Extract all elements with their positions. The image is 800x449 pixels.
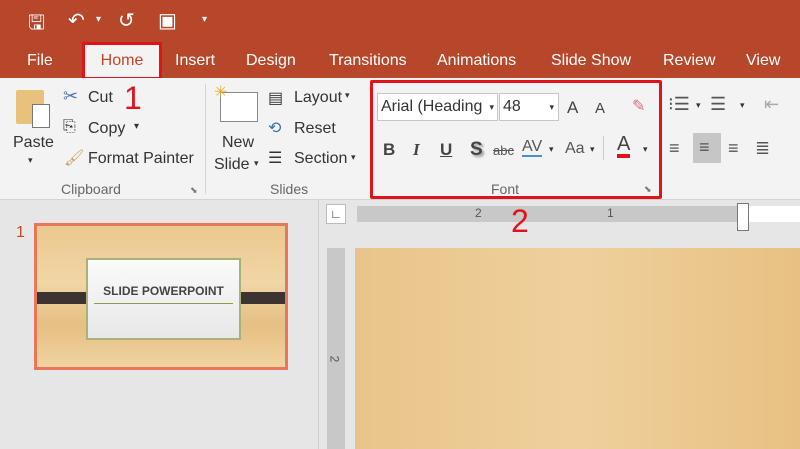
align-center-button[interactable]: ≡ [693, 133, 721, 163]
tab-design[interactable]: Design [246, 52, 296, 70]
tab-slide-show[interactable]: Slide Show [551, 52, 631, 70]
indent-marker[interactable] [737, 203, 749, 231]
italic-button[interactable]: I [413, 140, 420, 160]
underline-button[interactable]: U [440, 140, 452, 160]
tab-insert[interactable]: Insert [175, 52, 215, 70]
new-slide-label-2[interactable]: Slide [214, 156, 250, 174]
underline [94, 303, 233, 304]
grow-font-button[interactable]: A [567, 98, 578, 118]
customize-icon[interactable]: ▾ [202, 14, 207, 25]
layout-icon: ▤ [268, 90, 284, 107]
shrink-font-button[interactable]: A [595, 100, 605, 117]
strikethrough-button[interactable]: abc [493, 143, 514, 158]
new-slide-label[interactable]: New [222, 134, 254, 152]
vertical-ruler[interactable] [327, 248, 345, 449]
bullets-icon[interactable]: ⁝☰ [668, 94, 690, 115]
reset-icon: ⟲ [268, 120, 282, 137]
align-right-icon[interactable]: ≡ [728, 138, 739, 159]
ruler-label: 1 [607, 206, 614, 220]
copy-icon: ⎘ [63, 118, 76, 135]
tab-animations[interactable]: Animations [437, 52, 516, 70]
pane-divider[interactable] [318, 200, 319, 449]
tab-view[interactable]: View [746, 52, 780, 70]
start-from-beginning-icon[interactable]: ▣ [158, 8, 177, 33]
undo-dropdown-icon[interactable]: ▾ [96, 14, 101, 25]
copy-button[interactable]: Copy [88, 120, 125, 138]
undo-icon[interactable]: ↶ [68, 8, 85, 33]
section-button[interactable]: Section [294, 150, 347, 168]
layout-dropdown-icon[interactable]: ▾ [345, 90, 350, 101]
chevron-down-icon[interactable]: ▾ [696, 100, 701, 111]
slides-group-label: Slides [270, 181, 309, 197]
tab-home[interactable]: Home [82, 42, 162, 80]
reset-button[interactable]: Reset [294, 120, 336, 138]
slide-number: 1 [16, 224, 25, 241]
layout-button[interactable]: Layout [294, 89, 342, 107]
font-color-button[interactable]: A [617, 134, 631, 158]
justify-icon[interactable]: ≣ [755, 138, 770, 159]
chevron-down-icon[interactable]: ▾ [590, 144, 595, 155]
save-icon[interactable]: 🖫 [28, 8, 45, 42]
divider [205, 84, 206, 194]
scissors-icon: ✂ [63, 86, 79, 106]
character-spacing-button[interactable]: AV [522, 138, 543, 157]
align-center-icon: ≡ [699, 137, 710, 157]
divider [603, 136, 604, 160]
paste-dropdown-icon[interactable]: ▾ [28, 155, 33, 166]
align-left-icon[interactable]: ≡ [669, 138, 680, 159]
chevron-down-icon[interactable]: ▾ [740, 100, 745, 111]
clipboard-launcher-icon[interactable]: ⬊ [190, 185, 198, 196]
clipboard-group-label: Clipboard [61, 181, 121, 197]
horizontal-ruler[interactable] [357, 206, 743, 222]
chevron-down-icon[interactable]: ▾ [549, 94, 554, 120]
font-group-label: Font [491, 181, 520, 197]
font-size-value: 48 [503, 98, 521, 115]
ruler-white-area [743, 206, 800, 222]
chevron-down-icon[interactable]: ▾ [549, 144, 554, 155]
tab-file[interactable]: File [27, 52, 53, 70]
font-launcher-icon[interactable]: ⬊ [644, 184, 652, 195]
annotation-1: 1 [124, 80, 142, 116]
shadow-button[interactable]: S [470, 139, 483, 161]
cut-button[interactable]: Cut [88, 89, 113, 107]
page-icon [32, 104, 50, 128]
copy-dropdown-icon[interactable]: ▾ [134, 121, 139, 132]
slide-thumbnail[interactable]: SLIDE POWERPOINT [34, 223, 288, 370]
font-name-combobox[interactable]: Arial (Heading ▾ [377, 93, 498, 121]
redo-icon[interactable]: ↺ [118, 8, 135, 33]
sparkle-icon: ✳ [214, 84, 228, 101]
paste-button[interactable] [16, 86, 52, 128]
font-name-value: Arial (Heading [381, 98, 483, 115]
paste-label[interactable]: Paste [13, 134, 54, 152]
format-painter-icon: 🖌 [64, 150, 85, 167]
tab-selector-button[interactable]: ∟ [326, 204, 346, 224]
annotation-2: 2 [511, 203, 529, 239]
ruler-label: 2 [475, 206, 482, 220]
numbering-icon[interactable]: ☰ [710, 94, 726, 115]
decrease-indent-icon[interactable]: ⇤ [764, 94, 779, 115]
clear-formatting-icon[interactable]: ✎ [632, 96, 645, 116]
format-painter-button[interactable]: Format Painter [88, 150, 194, 168]
new-slide-dropdown-icon[interactable]: ▾ [254, 158, 259, 169]
font-color-dropdown-icon[interactable]: ▾ [643, 144, 648, 155]
chevron-down-icon[interactable]: ▾ [489, 94, 494, 120]
title-box: SLIDE POWERPOINT [86, 258, 241, 340]
bold-button[interactable]: B [383, 140, 395, 160]
section-icon: ☰ [268, 150, 283, 167]
font-size-combobox[interactable]: 48 ▾ [499, 93, 559, 121]
tab-transitions[interactable]: Transitions [329, 52, 407, 70]
slide-canvas[interactable] [355, 248, 800, 449]
tab-review[interactable]: Review [663, 52, 715, 70]
thumbnail-title: SLIDE POWERPOINT [103, 284, 224, 298]
ruler-label: 2 [327, 355, 342, 363]
change-case-button[interactable]: Aa [565, 140, 585, 158]
section-dropdown-icon[interactable]: ▾ [351, 152, 356, 163]
